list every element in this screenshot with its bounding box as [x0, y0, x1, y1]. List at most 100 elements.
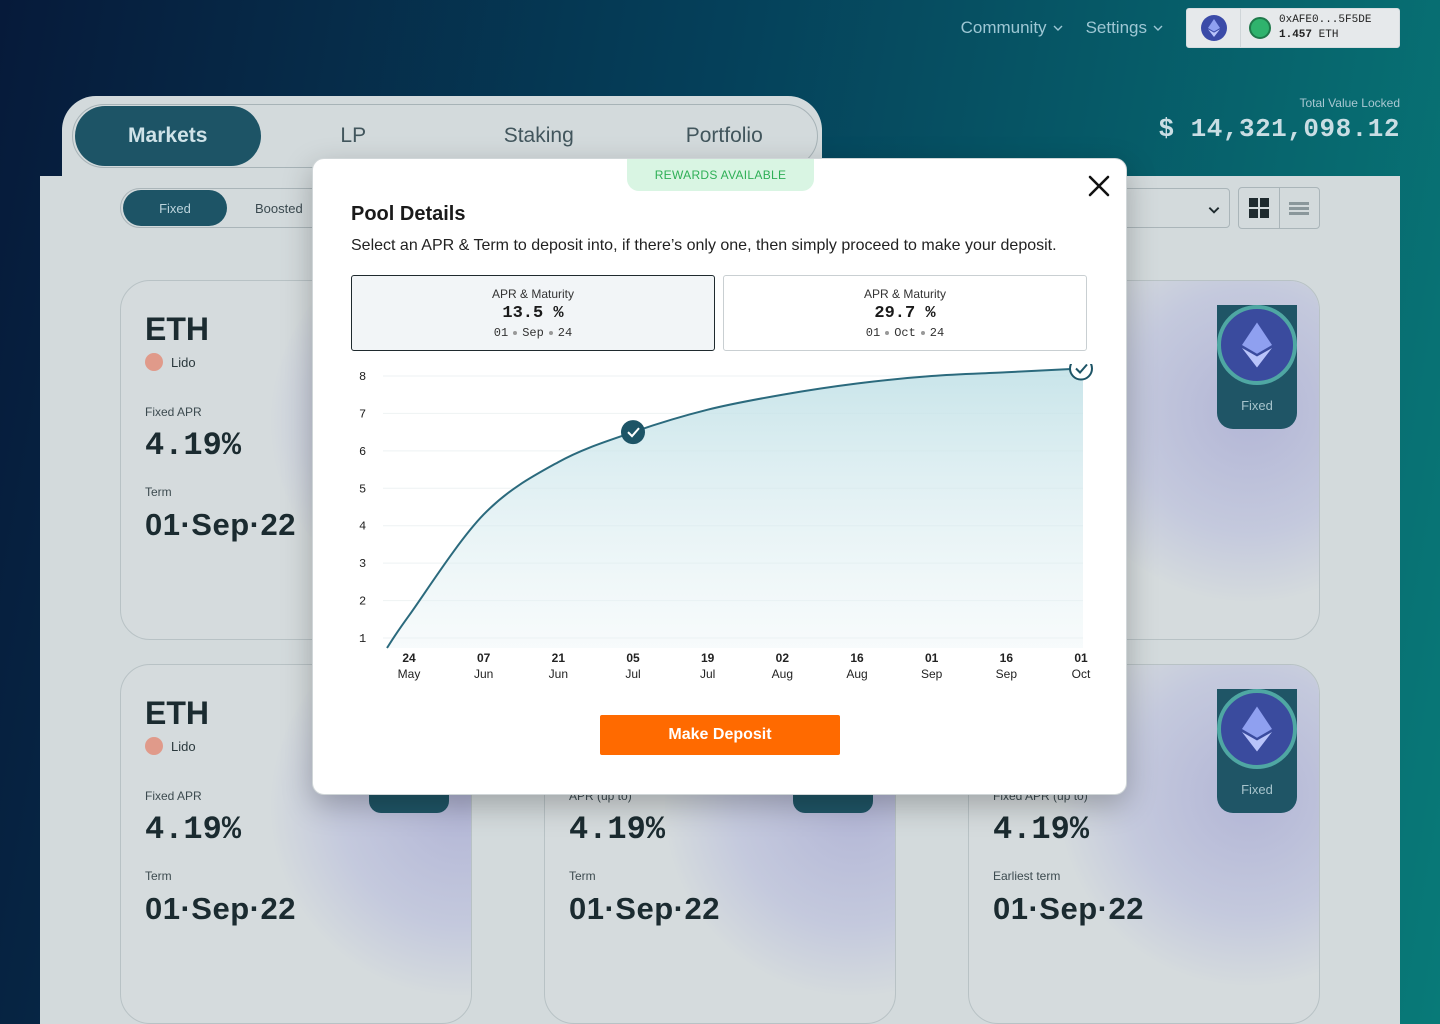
term-marker[interactable] — [621, 420, 645, 445]
tvl-block: Total Value Locked $ 14,321,098.12 — [1158, 96, 1400, 144]
top-nav: Community Settings 0xAFE0...5F5DE 1.457 … — [961, 8, 1400, 48]
term-value: 01·Sep·22 — [569, 891, 720, 926]
term-value: 01·Sep·22 — [145, 507, 296, 542]
avatar — [1249, 17, 1271, 39]
lido-icon — [145, 737, 163, 755]
chevron-down-icon — [1153, 25, 1163, 31]
option-apr: 29.7 % — [874, 304, 936, 323]
apr-option-2[interactable]: APR & Maturity 29.7 % 01 Oct 24 — [723, 275, 1087, 351]
view-toggle — [1238, 187, 1320, 229]
x-tick-month: Oct — [1072, 667, 1091, 681]
grid-view-button[interactable] — [1239, 188, 1280, 228]
tvl-label: Total Value Locked — [1299, 96, 1400, 110]
provider-name: Lido — [171, 354, 196, 370]
term-label: Term — [145, 869, 172, 883]
option-maturity: 01 Sep 24 — [493, 326, 573, 340]
x-tick-month: May — [398, 667, 421, 681]
make-deposit-button[interactable]: Make Deposit — [600, 715, 840, 755]
y-tick-label: 2 — [359, 595, 366, 609]
term-marker[interactable] — [1069, 364, 1093, 381]
option-apr: 13.5 % — [502, 304, 564, 323]
close-icon[interactable] — [1086, 173, 1112, 199]
x-tick-day: 24 — [402, 651, 416, 665]
apr-label: Fixed APR — [145, 789, 202, 803]
x-tick-day: 16 — [850, 651, 864, 665]
x-tick-month: Jul — [700, 667, 715, 681]
settings-menu[interactable]: Settings — [1086, 18, 1164, 38]
apr-option-1[interactable]: APR & Maturity 13.5 % 01 Sep 24 — [351, 275, 715, 351]
settings-label: Settings — [1085, 18, 1147, 37]
apr-maturity-chart: 1 2 3 4 5 6 7 8 24 May 07 Jun 21 Jun 05 Jul 19 Jul 02 Aug 1… — [359, 364, 1093, 681]
y-tick-label: 1 — [359, 632, 366, 646]
term-label: Term — [569, 869, 596, 883]
wallet-balance-unit: ETH — [1318, 29, 1339, 41]
fixed-badge: Fixed — [1217, 305, 1297, 429]
x-tick-month: Aug — [772, 667, 793, 681]
x-tick-month: Aug — [846, 667, 867, 681]
pool-symbol: ETH — [145, 311, 209, 347]
wallet-widget[interactable]: 0xAFE0...5F5DE 1.457 ETH — [1186, 8, 1400, 48]
apr-value: 4.19% — [993, 811, 1090, 848]
community-label: Community — [960, 18, 1047, 37]
option-maturity: 01 Oct 24 — [865, 326, 945, 340]
community-menu[interactable]: Community — [961, 18, 1064, 38]
ethereum-icon — [1217, 689, 1297, 769]
rewards-available-badge: REWARDS AVAILABLE — [627, 159, 814, 191]
tvl-value: $ 14,321,098.12 — [1158, 114, 1400, 144]
badge-label: Fixed — [1241, 398, 1273, 413]
y-tick-label: 4 — [359, 520, 366, 534]
wallet-balance: 1.457 — [1279, 29, 1313, 41]
tab-markets[interactable]: Markets — [75, 106, 261, 166]
list-view-button[interactable] — [1280, 188, 1320, 228]
term-label: Earliest term — [993, 869, 1061, 883]
term-value: 01·Sep·22 — [993, 891, 1144, 926]
tab-staking[interactable]: Staking — [446, 124, 632, 148]
x-tick-day: 05 — [626, 651, 640, 665]
pool-badge — [369, 795, 449, 813]
term-value: 01·Sep·22 — [145, 891, 296, 926]
provider-name: Lido — [171, 738, 196, 754]
y-tick-label: 3 — [359, 557, 366, 571]
filter-boosted[interactable]: Boosted — [255, 201, 303, 216]
pool-provider: Lido — [145, 353, 196, 371]
network-selector[interactable] — [1187, 9, 1241, 47]
badge-label: Fixed — [1241, 782, 1273, 797]
filter-fixed[interactable]: Fixed — [123, 190, 227, 226]
modal-title: Pool Details — [351, 203, 466, 225]
pool-provider: Lido — [145, 737, 196, 755]
apr-value: 4.19% — [569, 811, 666, 848]
chevron-down-icon — [1053, 25, 1063, 31]
pool-details-modal: REWARDS AVAILABLE Pool Details Select an… — [312, 158, 1127, 795]
apr-value: 4.19% — [145, 811, 242, 848]
pool-symbol: ETH — [145, 695, 209, 731]
x-tick-month: Sep — [996, 667, 1018, 681]
apr-label: Fixed APR — [145, 405, 202, 419]
pool-badge — [793, 795, 873, 813]
account-info[interactable]: 0xAFE0...5F5DE 1.457 ETH — [1241, 9, 1371, 47]
tab-lp[interactable]: LP — [261, 124, 447, 148]
x-tick-month: Jun — [474, 667, 493, 681]
ethereum-icon — [1200, 15, 1227, 41]
x-tick-day: 01 — [925, 651, 939, 665]
tab-portfolio[interactable]: Portfolio — [632, 124, 818, 148]
y-tick-label: 6 — [359, 445, 366, 459]
modal-subtitle: Select an APR & Term to deposit into, if… — [351, 237, 1057, 254]
x-tick-month: Jun — [549, 667, 568, 681]
term-label: Term — [145, 485, 172, 499]
x-tick-day: 02 — [776, 651, 790, 665]
y-tick-label: 5 — [359, 482, 366, 496]
y-tick-label: 8 — [359, 370, 366, 384]
x-tick-day: 01 — [1074, 651, 1088, 665]
chevron-down-icon — [1208, 207, 1220, 214]
x-tick-day: 19 — [701, 651, 715, 665]
option-label: APR & Maturity — [491, 287, 575, 301]
x-tick-month: Jul — [625, 667, 640, 681]
ethereum-icon — [1217, 305, 1297, 385]
wallet-address: 0xAFE0...5F5DE — [1279, 14, 1372, 26]
x-tick-day: 21 — [552, 651, 566, 665]
apr-value: 4.19% — [145, 427, 242, 464]
list-icon — [1289, 200, 1310, 217]
x-tick-day: 16 — [1000, 651, 1014, 665]
fixed-badge: Fixed — [1217, 689, 1297, 813]
x-tick-day: 07 — [477, 651, 491, 665]
